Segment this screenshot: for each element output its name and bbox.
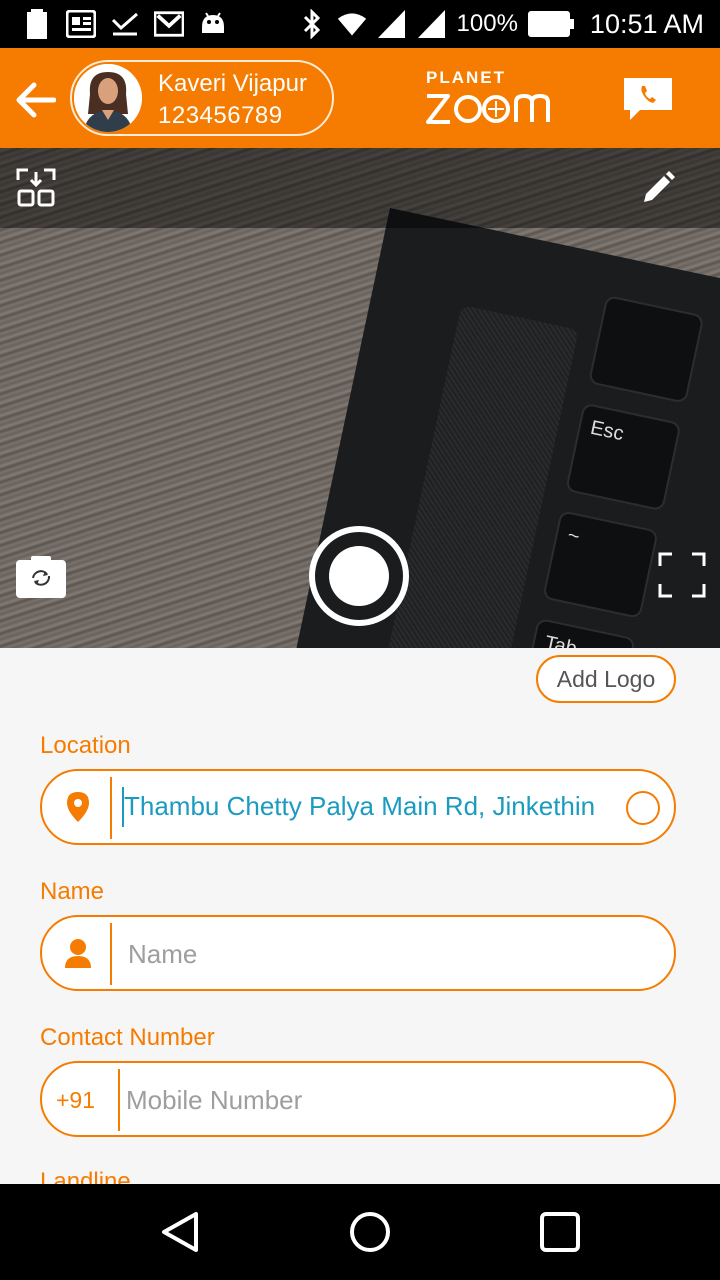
call-chat-button[interactable] [620, 74, 676, 124]
battery-percent: 100% [456, 10, 518, 37]
brand-logo-mark [426, 93, 550, 124]
fullscreen-icon [658, 552, 706, 598]
flip-camera-button[interactable] [16, 556, 66, 598]
edit-button[interactable] [640, 170, 676, 206]
contact-number-field[interactable]: +91 Mobile Number [40, 1061, 676, 1137]
name-input[interactable]: Name [128, 939, 197, 970]
back-icon [162, 1212, 198, 1252]
pencil-icon [644, 171, 675, 202]
phone-chat-icon [624, 78, 672, 120]
bluetooth-icon [297, 9, 327, 39]
contact-number-label: Contact Number [40, 1024, 215, 1051]
user-profile-chip[interactable]: Kaveri Vijapur 123456789 [70, 60, 334, 136]
back-button[interactable] [14, 78, 58, 122]
location-field[interactable]: Thambu Chetty Palya Main Rd, Jinkethin [40, 769, 676, 845]
fullscreen-button[interactable] [658, 552, 706, 598]
add-logo-button[interactable]: Add Logo [536, 655, 676, 703]
home-icon [350, 1212, 390, 1252]
field-divider [110, 777, 112, 839]
clock: 10:51 AM [589, 8, 704, 39]
location-label: Location [40, 732, 131, 759]
location-pin-icon [60, 789, 96, 825]
nav-home-button[interactable] [346, 1208, 394, 1256]
arrow-left-icon [16, 82, 56, 118]
status-icons-left [22, 8, 228, 40]
news-icon [66, 9, 96, 39]
location-refresh-button[interactable] [626, 791, 660, 825]
location-input[interactable]: Thambu Chetty Palya Main Rd, Jinkethin [124, 791, 618, 822]
name-label: Name [40, 878, 105, 905]
camera-preview[interactable]: Esc ~ Tab [0, 148, 720, 648]
check-icon [110, 9, 140, 39]
details-form: Add Logo Location Thambu Chetty Palya Ma… [0, 648, 720, 1184]
nav-recents-button[interactable] [536, 1208, 584, 1256]
signal-icon [377, 9, 407, 39]
camera-top-bar [0, 148, 720, 228]
field-divider [110, 923, 112, 985]
brand-logo-top: PLANET [426, 68, 506, 87]
qr-scan-button[interactable] [16, 168, 56, 208]
brand-logo: PLANET [424, 66, 554, 130]
system-nav-bar [0, 1184, 720, 1280]
landline-label: Landline [40, 1168, 131, 1184]
laptop-key [587, 294, 705, 404]
battery-icon [22, 9, 52, 39]
user-phone: 123456789 [158, 102, 283, 129]
nav-back-button[interactable] [156, 1208, 204, 1256]
battery-full-icon [527, 9, 574, 39]
country-code-prefix[interactable]: +91 [56, 1087, 95, 1114]
gmail-icon [154, 9, 184, 39]
status-bar: 100% 10:51 AM [0, 0, 720, 48]
laptop-key-tab: Tab [519, 617, 636, 648]
status-icons-right: 100% 10:51 AM [297, 8, 704, 40]
android-icon [198, 9, 228, 39]
user-name: Kaveri Vijapur [158, 70, 307, 97]
person-icon [60, 935, 96, 971]
qr-scan-icon [16, 168, 56, 207]
laptop-key-esc: Esc [565, 402, 682, 512]
flip-camera-icon [16, 556, 66, 598]
laptop-key-tilde: ~ [542, 510, 659, 619]
signal-icon [417, 9, 447, 39]
avatar [74, 64, 142, 132]
shutter-button[interactable] [309, 526, 409, 626]
recents-icon [540, 1212, 580, 1252]
wifi-icon [337, 9, 367, 39]
mobile-number-input[interactable]: Mobile Number [126, 1085, 302, 1116]
field-divider [118, 1069, 120, 1131]
app-header: Kaveri Vijapur 123456789 PLANET [0, 48, 720, 148]
name-field[interactable]: Name [40, 915, 676, 991]
